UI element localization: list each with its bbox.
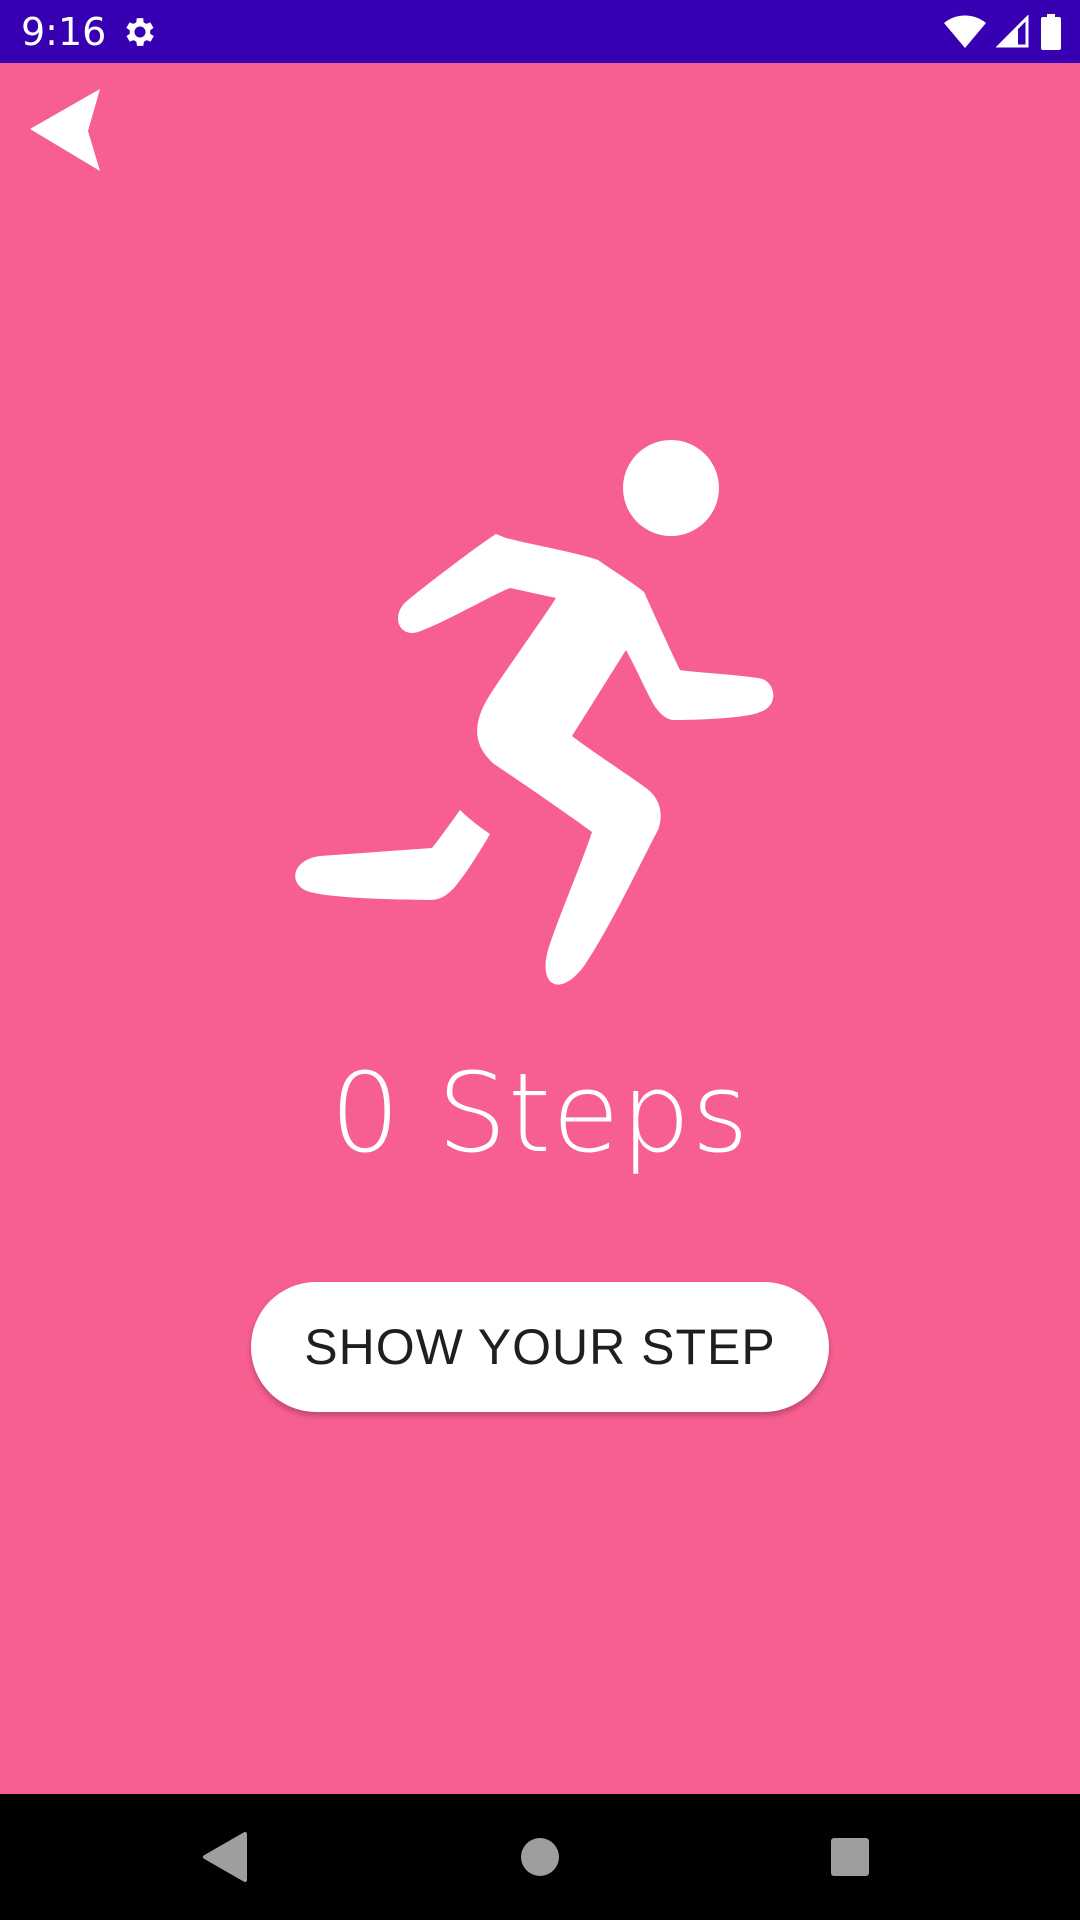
battery-icon	[1041, 14, 1061, 50]
cell-signal-icon	[996, 15, 1029, 48]
nav-recents-icon[interactable]	[817, 1824, 883, 1890]
wifi-icon	[944, 15, 986, 48]
step-counter-screen: 0 Steps SHOW YOUR STEP	[0, 63, 1080, 1794]
settings-gear-icon	[126, 18, 154, 46]
status-bar: 9:16	[0, 0, 1080, 63]
show-your-step-button[interactable]: SHOW YOUR STEP	[251, 1282, 829, 1412]
back-arrow-icon[interactable]	[28, 87, 104, 173]
status-time: 9:16	[21, 10, 107, 54]
app-screen: 9:16 0 Steps SHOW YOUR STEP	[0, 0, 1080, 1920]
running-person-icon	[295, 440, 774, 985]
nav-back-icon[interactable]	[193, 1824, 259, 1890]
nav-home-icon[interactable]	[507, 1824, 573, 1890]
status-icons	[944, 12, 1062, 52]
system-nav-bar	[0, 1794, 1080, 1920]
step-count-label: 0 Steps	[330, 1049, 750, 1177]
